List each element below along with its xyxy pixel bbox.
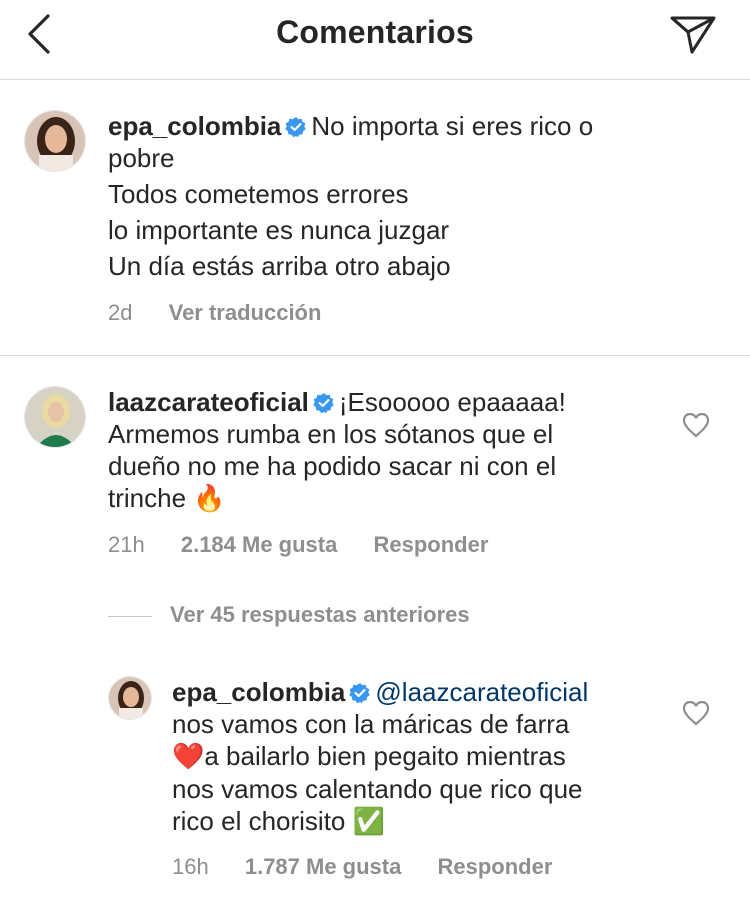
caption-comment: epa_colombia No importa si eres rico o po… bbox=[0, 80, 750, 354]
comment-line: lo importante es nunca juzgar bbox=[108, 215, 450, 245]
comment: laazcarateoficial ¡Esooooo epaaaaa! Armem… bbox=[0, 356, 750, 576]
check-emoji: ✅ bbox=[352, 807, 386, 837]
comment-line: nos vamos calentando que rico que bbox=[172, 774, 583, 804]
comment-time: 21h bbox=[108, 532, 145, 557]
comment-line: trinche bbox=[108, 483, 187, 513]
fire-emoji: 🔥 bbox=[193, 484, 226, 514]
comment-line: pobre bbox=[108, 143, 175, 173]
comment-text: epa_colombia @laazcarateoficial nos vamos… bbox=[172, 676, 672, 838]
share-button[interactable] bbox=[668, 12, 718, 56]
verified-badge-icon bbox=[285, 117, 307, 138]
comment-line: Armemos rumba en los sótanos que el bbox=[108, 419, 554, 449]
view-replies-label: Ver 45 respuestas anteriores bbox=[170, 602, 470, 627]
comment-username[interactable]: epa_colombia bbox=[172, 677, 345, 707]
comment-line: No importa si eres rico o bbox=[311, 111, 594, 141]
comment-line: a bailarlo bien pegaito mientras bbox=[204, 741, 566, 771]
comment-username[interactable]: epa_colombia bbox=[108, 111, 281, 141]
heart-icon bbox=[682, 412, 710, 438]
avatar[interactable] bbox=[24, 110, 86, 172]
comment-username[interactable]: laazcarateoficial bbox=[108, 387, 309, 417]
verified-badge-icon bbox=[349, 683, 371, 704]
reply-button[interactable]: Responder bbox=[437, 854, 552, 879]
heart-icon bbox=[682, 700, 710, 726]
view-replies-button[interactable]: Ver 45 respuestas anteriores bbox=[108, 602, 470, 632]
avatar[interactable] bbox=[108, 676, 152, 720]
comment-meta: 2d Ver traducción bbox=[108, 300, 351, 326]
comment-line: Un día estás arriba otro abajo bbox=[108, 251, 451, 281]
comment-time: 16h bbox=[172, 854, 209, 879]
direct-send-icon bbox=[670, 16, 716, 54]
replies-divider-line bbox=[108, 615, 152, 617]
heart-emoji: ❤️ bbox=[172, 742, 205, 772]
likes-count[interactable]: 2.184 Me gusta bbox=[181, 532, 338, 557]
like-button[interactable] bbox=[682, 412, 710, 438]
translate-button[interactable]: Ver traducción bbox=[169, 300, 322, 325]
comment-meta: 21h 2.184 Me gusta Responder bbox=[108, 532, 518, 558]
likes-count[interactable]: 1.787 Me gusta bbox=[245, 854, 402, 879]
mention-link[interactable]: @laazcarateoficial bbox=[375, 677, 588, 707]
reply-button[interactable]: Responder bbox=[373, 532, 488, 557]
top-bar: Comentarios bbox=[0, 0, 750, 80]
comment-line: nos vamos con la máricas de farra bbox=[172, 709, 570, 739]
comment-text: laazcarateoficial ¡Esooooo epaaaaa! Armem… bbox=[108, 386, 668, 515]
comment-meta: 16h 1.787 Me gusta Responder bbox=[172, 854, 582, 880]
like-button[interactable] bbox=[682, 700, 710, 726]
comment-line: rico el chorisito bbox=[172, 806, 346, 836]
comment-time: 2d bbox=[108, 300, 133, 325]
comment-line: ¡Esooooo epaaaaa! bbox=[338, 387, 566, 417]
page-title: Comentarios bbox=[276, 14, 474, 50]
comment-text: epa_colombia No importa si eres rico o po… bbox=[108, 110, 668, 282]
comment-line: Todos cometemos errores bbox=[108, 179, 409, 209]
reply-comment: epa_colombia @laazcarateoficial nos vamos… bbox=[0, 660, 750, 923]
verified-badge-icon bbox=[313, 393, 334, 414]
comment-line: dueño no me ha podido sacar ni con el bbox=[108, 451, 557, 481]
avatar[interactable] bbox=[24, 386, 86, 448]
